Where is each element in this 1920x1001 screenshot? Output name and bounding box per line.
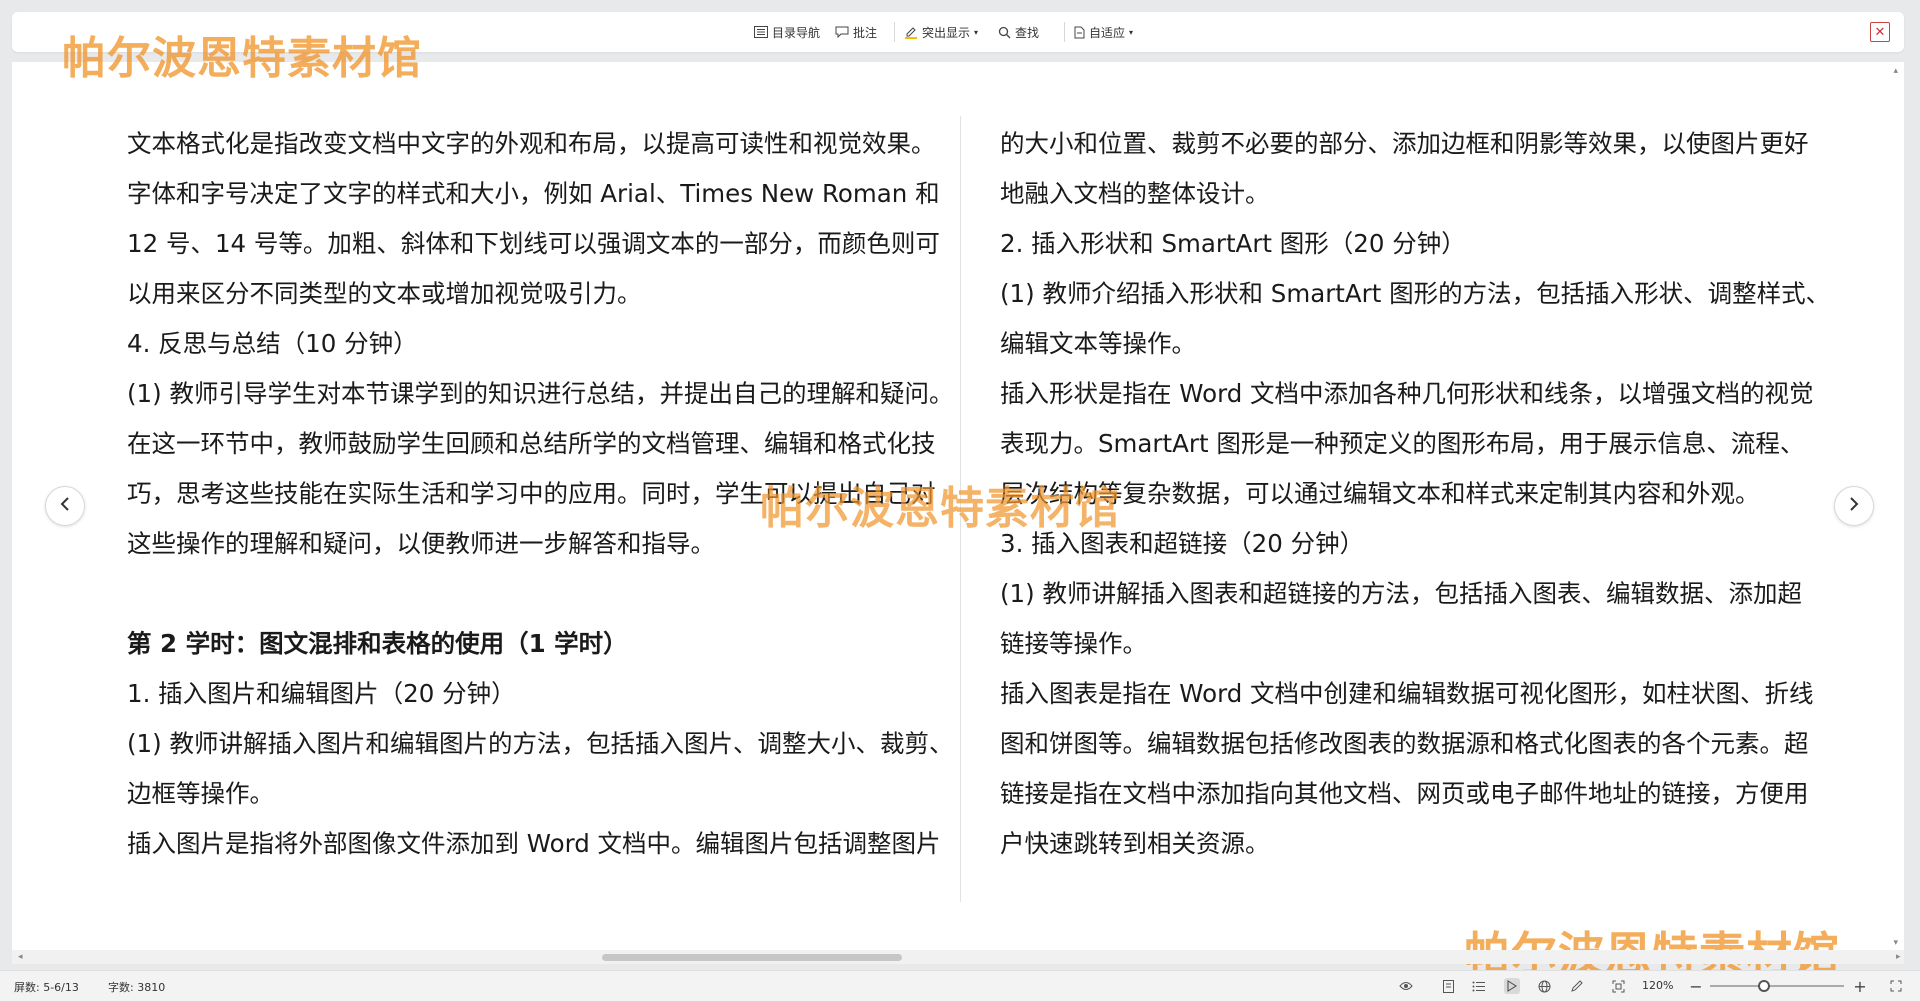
scroll-up-arrow-icon[interactable]: ▴ [1893, 66, 1898, 76]
paragraph-line: 文本格式化是指改变文档中文字的外观和布局，以提高可读性和视觉效果。 [127, 129, 936, 158]
watermark-center: 帕尔波恩特素材馆 [760, 483, 1120, 534]
paragraph-line: 链接是指在文档中添加指向其他文档、网页或电子邮件地址的链接，方便用 [1000, 779, 1809, 808]
paragraph-line: 插入形状是指在 Word 文档中添加各种几何形状和线条，以增强文档的视觉 [1000, 379, 1814, 408]
close-icon: ✕ [1874, 24, 1886, 40]
status-bar: 屏数: 5-6/13 字数: 3810 120% − + [0, 970, 1920, 1001]
paragraph-line: 插入图片是指将外部图像文件添加到 Word 文档中。编辑图片包括调整图片 [127, 829, 941, 858]
eye-icon[interactable] [1398, 978, 1414, 994]
previous-page-button[interactable] [45, 486, 85, 526]
toolbar-divider [1064, 22, 1065, 42]
outline-view-icon[interactable] [1470, 978, 1486, 994]
paragraph-line: 4. 反思与总结（10 分钟） [127, 329, 418, 358]
zoom-slider[interactable] [1710, 985, 1844, 987]
search-icon [998, 26, 1011, 39]
paragraph-line: 12 号、14 号等。加粗、斜体和下划线可以强调文本的一部分，而颜色则可 [127, 229, 940, 258]
paragraph-line: 户快速跳转到相关资源。 [1000, 829, 1270, 858]
paragraph-line: 编辑文本等操作。 [1000, 329, 1196, 358]
next-page-button[interactable] [1834, 486, 1874, 526]
right-page: 的大小和位置、裁剪不必要的部分、添加边框和阴影等效果，以使图片更好 地融入文档的整… [1000, 119, 1831, 869]
word-count[interactable]: 字数: 3810 [108, 979, 165, 995]
paragraph-line: 1. 插入图片和编辑图片（20 分钟） [127, 679, 516, 708]
zoom-level[interactable]: 120% [1642, 979, 1673, 992]
paragraph-line: 第 2 学时：图文混排和表格的使用（1 学时） [127, 629, 628, 658]
scrollbar-thumb[interactable] [602, 954, 902, 961]
scroll-left-arrow-icon[interactable]: ◂ [18, 952, 23, 962]
paragraph-line: (1) 教师讲解插入图表和超链接的方法，包括插入图表、编辑数据、添加超 [1000, 579, 1802, 608]
toc-nav-label: 目录导航 [772, 25, 821, 40]
paragraph-line: 2. 插入形状和 SmartArt 图形（20 分钟） [1000, 229, 1466, 258]
paragraph-line: 图和饼图等。编辑数据包括修改图表的数据源和格式化图表的各个元素。超 [1000, 729, 1809, 758]
paragraph-line: 表现力。SmartArt 图形是一种预定义的图形布局，用于展示信息、流程、 [1000, 429, 1805, 458]
paragraph-line: 层次结构等复杂数据，可以通过编辑文本和样式来定制其内容和外观。 [1000, 479, 1760, 508]
zoom-out-icon[interactable]: − [1688, 977, 1704, 996]
paragraph-line: 以用来区分不同类型的文本或增加视觉吸引力。 [127, 279, 642, 308]
chevron-right-icon [1849, 496, 1859, 516]
play-icon[interactable] [1504, 978, 1520, 994]
scroll-right-arrow-icon[interactable]: ▸ [1896, 952, 1901, 962]
watermark-top-left: 帕尔波恩特素材馆 [62, 33, 422, 84]
fit-screen-icon[interactable] [1610, 978, 1626, 994]
paragraph-line: 链接等操作。 [1000, 629, 1147, 658]
globe-icon[interactable] [1536, 978, 1552, 994]
pen-icon[interactable] [1568, 978, 1584, 994]
find-label: 查找 [1015, 25, 1040, 40]
paragraph-line: 的大小和位置、裁剪不必要的部分、添加边框和阴影等效果，以使图片更好 [1000, 129, 1809, 158]
page-count: 屏数: 5-6/13 [14, 981, 79, 994]
chevron-down-icon: ▾ [1129, 27, 1134, 37]
paragraph-line: (1) 教师引导学生对本节课学到的知识进行总结，并提出自己的理解和疑问。 [127, 379, 954, 408]
paragraph-line: (1) 教师介绍插入形状和 SmartArt 图形的方法，包括插入形状、调整样式… [1000, 279, 1831, 308]
toolbar-divider [894, 22, 895, 42]
fit-button[interactable]: 自适应 ▾ [1074, 12, 1133, 52]
paragraph-line: 插入图表是指在 Word 文档中创建和编辑数据可视化图形，如柱状图、折线 [1000, 679, 1814, 708]
comment-icon [835, 26, 849, 38]
paragraph-line: 地融入文档的整体设计。 [1000, 179, 1270, 208]
toc-icon [754, 26, 768, 38]
zoom-in-icon[interactable]: + [1852, 977, 1868, 996]
paragraph-line: 边框等操作。 [127, 779, 274, 808]
horizontal-scrollbar[interactable] [12, 950, 1904, 964]
scroll-down-arrow-icon[interactable]: ▾ [1893, 938, 1898, 948]
page-icon [1074, 26, 1085, 39]
fullscreen-icon[interactable] [1888, 978, 1904, 994]
paragraph-line: 在这一环节中，教师鼓励学生回顾和总结所学的文档管理、编辑和格式化技 [127, 429, 936, 458]
page-view-icon[interactable] [1440, 978, 1456, 994]
zoom-slider-handle[interactable] [1757, 980, 1770, 992]
chevron-left-icon [60, 496, 70, 516]
find-button[interactable]: 查找 [998, 12, 1039, 52]
paragraph-line: (1) 教师讲解插入图片和编辑图片的方法，包括插入图片、调整大小、裁剪、 [127, 729, 954, 758]
highlighter-icon [904, 26, 918, 39]
highlight-label: 突出显示 [922, 25, 971, 40]
paragraph-line: 字体和字号决定了文字的样式和大小，例如 Arial、Times New Roma… [127, 179, 940, 208]
fit-label: 自适应 [1089, 25, 1126, 40]
highlight-button[interactable]: 突出显示 ▾ [904, 12, 978, 52]
toc-nav-button[interactable]: 目录导航 [754, 12, 820, 52]
comment-button[interactable]: 批注 [835, 12, 877, 52]
paragraph-line: 3. 插入图表和超链接（20 分钟） [1000, 529, 1365, 558]
close-button[interactable]: ✕ [1870, 22, 1890, 42]
chevron-down-icon: ▾ [974, 27, 979, 37]
comment-label: 批注 [853, 25, 878, 40]
